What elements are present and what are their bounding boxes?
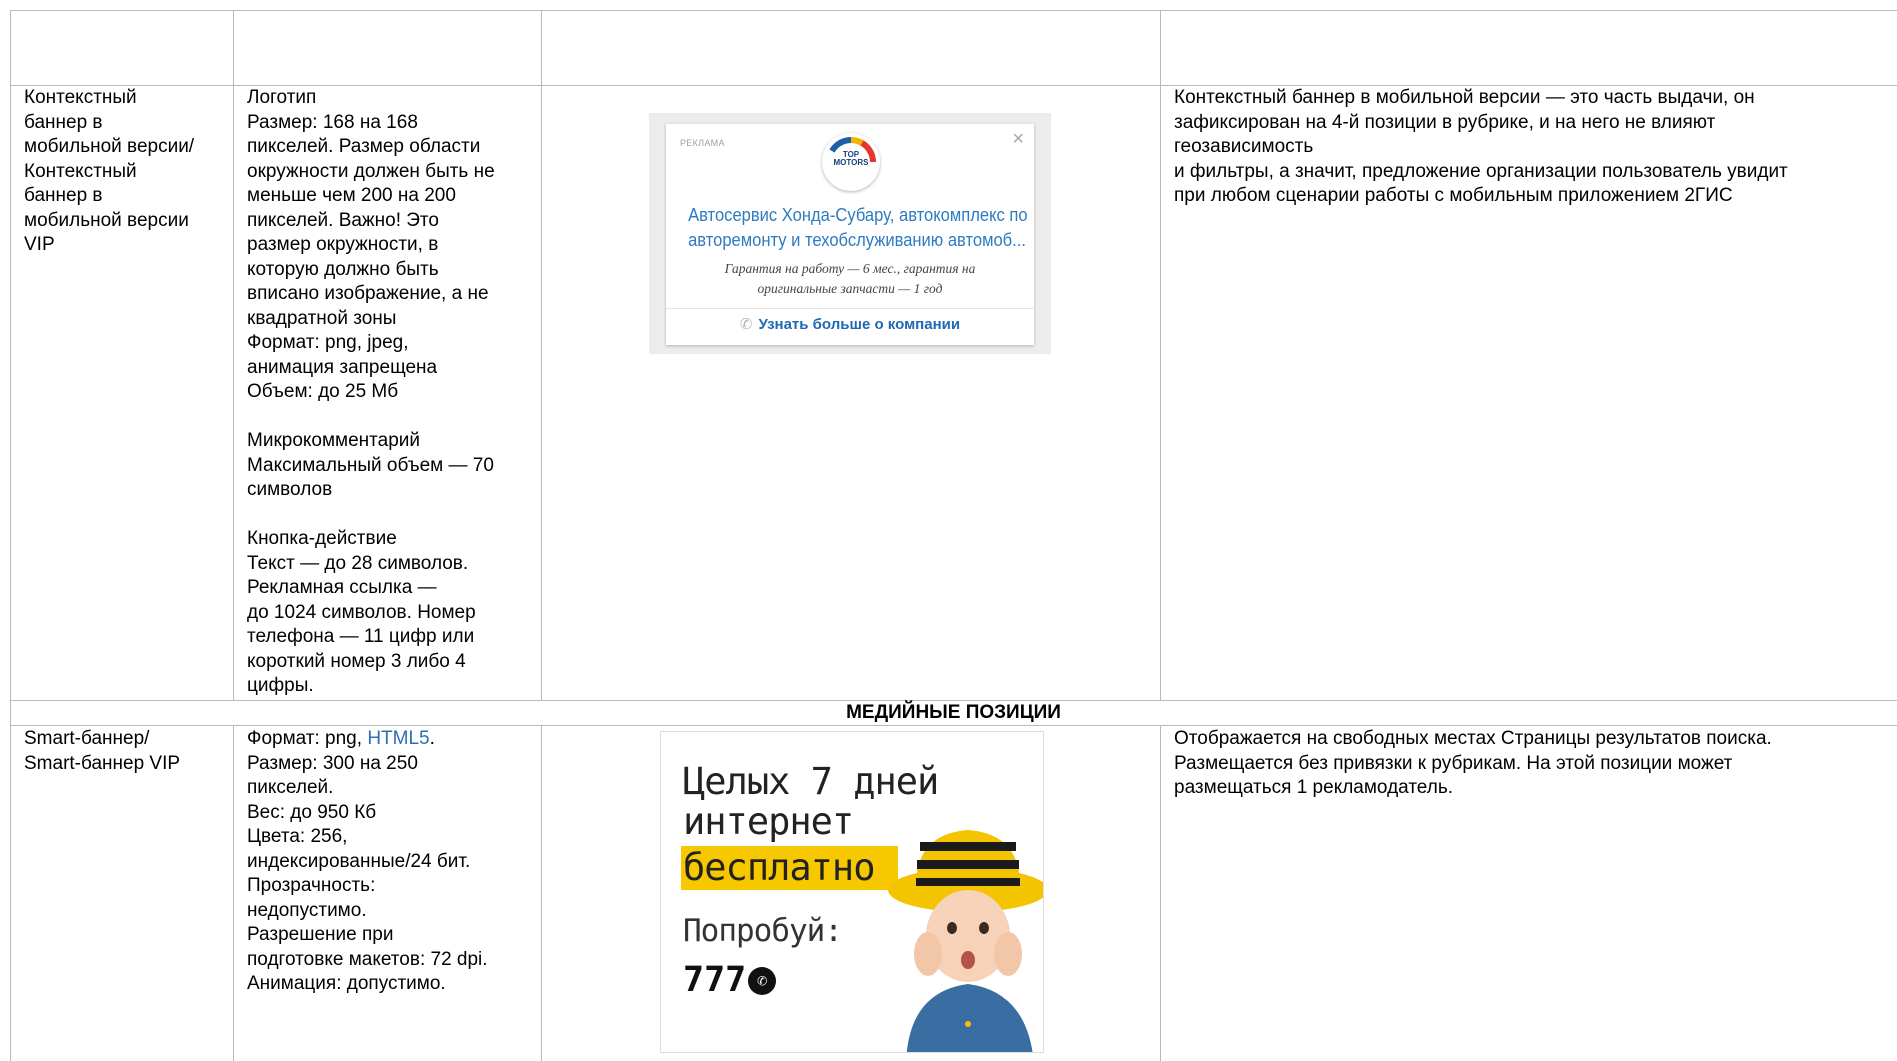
context-banner-card: РЕКЛАМА × TOP MOTORS Автосервис Хонда-Су… — [666, 124, 1034, 345]
smart-banner-specs: Размер: 300 на 250 пикселей. Вес: до 950… — [247, 752, 488, 995]
banner-phone: 777 ✆ — [683, 960, 777, 1000]
learn-more-button[interactable]: ✆ Узнать больше о компании — [666, 314, 1034, 336]
banner-line-2: интернет — [683, 800, 854, 843]
banner-line-4: Попробуй: — [683, 913, 843, 949]
banner-line-3: бесплатно — [683, 846, 875, 889]
logo-text: TOP MOTORS — [833, 150, 869, 167]
smart-banner-requirements: Формат: png, HTML5. Размер: 300 на 250 п… — [247, 727, 537, 997]
ad-label: РЕКЛАМА — [680, 138, 725, 148]
smart-banner-description: Отображается на свободных местах Страниц… — [1174, 728, 1772, 798]
format-suffix: . — [429, 728, 435, 749]
column-divider — [233, 10, 234, 700]
top-motors-logo: TOP MOTORS — [822, 133, 880, 191]
column-divider — [233, 725, 234, 1061]
divider — [666, 308, 1034, 309]
format-prefix: Формат: png, — [247, 728, 368, 749]
context-banner-name: Контекстный баннер в мобильной версии/ К… — [24, 87, 195, 255]
context-banner-requirements: Логотип Размер: 168 на 168 пикселей. Раз… — [247, 87, 495, 696]
row-divider — [10, 10, 1897, 11]
banner-microcomment: Гарантия на работу — 6 мес., гарантия на… — [724, 261, 976, 296]
column-divider — [541, 725, 542, 1061]
section-header: МЕДИЙНЫЕ ПОЗИЦИИ — [846, 702, 1061, 723]
column-divider — [1160, 725, 1161, 1061]
phone-icon: ✆ — [739, 316, 753, 333]
phone-number: 777 — [683, 960, 747, 1000]
context-banner-description: Контекстный баннер в мобильной версии — … — [1174, 87, 1788, 206]
learn-more-label: Узнать больше о компании — [758, 316, 961, 333]
column-divider — [541, 10, 542, 700]
context-banner-preview: РЕКЛАМА × TOP MOTORS Автосервис Хонда-Су… — [649, 113, 1051, 354]
close-icon[interactable]: × — [1012, 129, 1024, 149]
smart-banner-name: Smart-баннер/ Smart-баннер VIP — [24, 728, 181, 774]
child-in-yellow-hat-illustration — [888, 830, 1043, 1052]
banner-title[interactable]: Автосервис Хонда-Субару, автокомплекс по… — [688, 203, 1028, 253]
banner-line-1: Целых 7 дней — [683, 760, 939, 803]
row-divider — [10, 725, 1897, 726]
column-divider — [1160, 10, 1161, 700]
smart-banner-preview: Целых 7 дней интернет бесплатно Попробуй… — [660, 731, 1044, 1053]
html5-link[interactable]: HTML5 — [367, 728, 429, 749]
phone-icon: ✆ — [748, 967, 777, 995]
column-divider — [10, 10, 11, 1061]
